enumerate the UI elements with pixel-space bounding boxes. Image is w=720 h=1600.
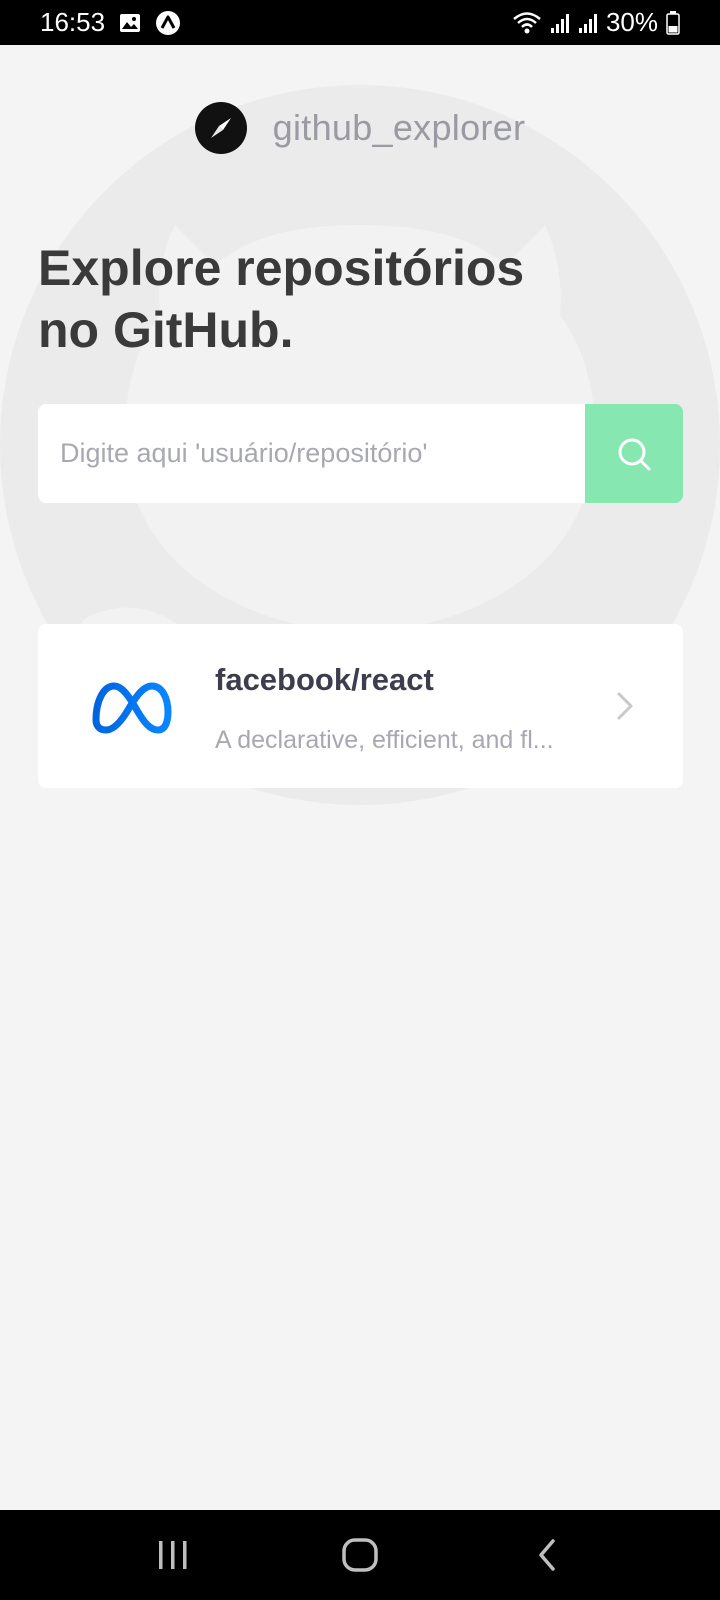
recent-apps-icon bbox=[159, 1541, 187, 1569]
app-header: github_explorer bbox=[0, 100, 720, 156]
status-left: 16:53 bbox=[40, 7, 181, 38]
app-notification-icon bbox=[155, 10, 181, 36]
status-time: 16:53 bbox=[40, 7, 106, 37]
battery-percentage: 30% bbox=[605, 7, 658, 37]
system-nav-bar bbox=[0, 1510, 720, 1600]
app-name: github_explorer bbox=[272, 107, 526, 148]
search-icon bbox=[618, 438, 651, 470]
meta-logo-icon bbox=[88, 666, 172, 750]
status-bar: 16:53 30% bbox=[0, 0, 720, 45]
app-content: github_explorer Explore repositórios no … bbox=[0, 45, 720, 1510]
home-button[interactable] bbox=[320, 1520, 400, 1590]
repository-card[interactable]: facebook/react A declarative, efficient,… bbox=[38, 624, 683, 788]
chevron-right-icon bbox=[617, 692, 633, 720]
compass-icon bbox=[194, 102, 247, 154]
repository-description: A declarative, efficient, and fl... bbox=[215, 726, 554, 754]
battery-icon bbox=[666, 10, 680, 35]
back-button[interactable] bbox=[507, 1520, 587, 1590]
search-button[interactable] bbox=[585, 404, 683, 503]
page-title: Explore repositórios no GitHub. bbox=[38, 237, 598, 361]
page-title-line2: no GitHub. bbox=[38, 302, 294, 358]
recent-apps-button[interactable] bbox=[133, 1520, 213, 1590]
wifi-icon bbox=[512, 11, 542, 35]
signal-icon bbox=[550, 12, 570, 34]
back-icon bbox=[538, 1539, 555, 1571]
signal-icon bbox=[578, 12, 598, 34]
image-icon bbox=[119, 13, 141, 33]
search-form bbox=[38, 404, 683, 503]
page-title-line1: Explore repositórios bbox=[38, 240, 525, 296]
repository-name: facebook/react bbox=[215, 662, 434, 697]
home-icon bbox=[342, 1538, 378, 1572]
repository-search-input[interactable] bbox=[38, 404, 585, 503]
status-right: 30% bbox=[512, 7, 680, 38]
